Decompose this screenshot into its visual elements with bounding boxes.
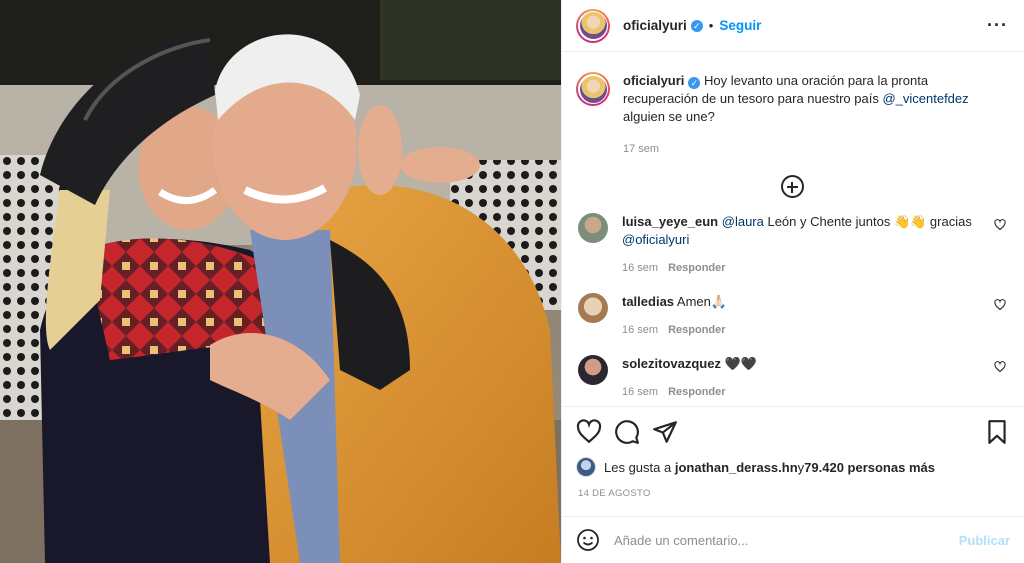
caption-username[interactable]: oficialyuri — [623, 73, 684, 88]
commenter-avatar[interactable] — [578, 293, 608, 323]
caption-mention[interactable]: @_vicentefdez — [882, 91, 968, 106]
likes-prefix: Les gusta a — [604, 459, 672, 475]
comment-item: luisa_yeye_eun @laura León y Chente junt… — [576, 213, 1008, 277]
comment-item: solezitovazquez 🖤🖤 16 sem Responder — [576, 355, 1008, 401]
heart-icon[interactable] — [576, 418, 602, 445]
heart-icon[interactable] — [994, 361, 1006, 373]
reply-button[interactable]: Responder — [668, 386, 725, 398]
reply-button[interactable]: Responder — [668, 262, 725, 274]
post-action-bar — [562, 406, 1024, 456]
caption-time[interactable]: 17 sem — [623, 140, 1003, 158]
post-header: oficialyuri ✓ • Seguir ··· — [562, 0, 1024, 52]
publish-button[interactable]: Publicar — [959, 533, 1010, 548]
author-username[interactable]: oficialyuri — [623, 18, 687, 33]
comment-mention[interactable]: @oficialyuri — [622, 232, 689, 247]
comment-item: talledias Amen🙏🏻 16 sem Responder — [576, 293, 1008, 339]
comments-list[interactable]: oficialyuri ✓ Hoy levanto una oración par… — [562, 52, 1024, 406]
more-options-icon[interactable]: ··· — [987, 15, 1008, 36]
paper-plane-icon[interactable] — [652, 419, 678, 445]
caption-text-end: alguien se une? — [623, 109, 715, 124]
reply-button[interactable]: Responder — [668, 324, 725, 336]
verified-badge-icon: ✓ — [690, 19, 703, 32]
comment-input[interactable] — [614, 532, 951, 548]
likes-summary: Les gusta a jonathan_derass.hn y 79.420 … — [576, 457, 935, 477]
add-comment-bar: Publicar — [562, 516, 1024, 563]
comment-mention[interactable]: @laura — [722, 214, 764, 229]
separator-dot: • — [708, 18, 714, 33]
comment-username[interactable]: luisa_yeye_eun — [622, 214, 718, 229]
verified-badge-icon: ✓ — [688, 77, 701, 89]
heart-icon[interactable] — [994, 219, 1006, 231]
smiley-icon[interactable] — [576, 528, 600, 552]
comment-time[interactable]: 16 sem — [622, 386, 658, 398]
heart-icon[interactable] — [994, 299, 1006, 311]
liker-avatar[interactable] — [576, 457, 596, 477]
post-caption: oficialyuri ✓ Hoy levanto una oración par… — [576, 52, 1008, 158]
comment-text: 🖤🖤 — [720, 356, 757, 371]
plus-circle-icon[interactable] — [780, 175, 804, 198]
comment-time[interactable]: 16 sem — [622, 262, 658, 274]
comment-username[interactable]: solezitovazquez — [622, 356, 721, 371]
commenter-avatar[interactable] — [578, 213, 608, 243]
author-avatar[interactable] — [576, 8, 610, 43]
post-date[interactable]: 14 DE AGOSTO — [578, 488, 651, 499]
load-more-comments[interactable] — [576, 175, 1008, 199]
post-side-panel: oficialyuri ✓ • Seguir ··· oficialyuri ✓ … — [561, 0, 1024, 563]
bookmark-icon[interactable] — [984, 419, 1010, 445]
likes-count[interactable]: 79.420 personas más — [804, 460, 935, 475]
post-image — [0, 0, 561, 563]
comment-text: León y Chente juntos 👋👋 gracias — [763, 214, 972, 229]
liker-username[interactable]: jonathan_derass.hn — [675, 460, 798, 475]
post-photo[interactable] — [0, 0, 561, 563]
commenter-avatar[interactable] — [578, 355, 608, 385]
follow-button[interactable]: Seguir — [719, 18, 761, 33]
comment-text: Amen🙏🏻 — [674, 294, 728, 309]
comment-username[interactable]: talledias — [622, 294, 674, 309]
caption-avatar[interactable] — [576, 72, 610, 106]
comment-time[interactable]: 16 sem — [622, 324, 658, 336]
comment-bubble-icon[interactable] — [614, 419, 640, 445]
